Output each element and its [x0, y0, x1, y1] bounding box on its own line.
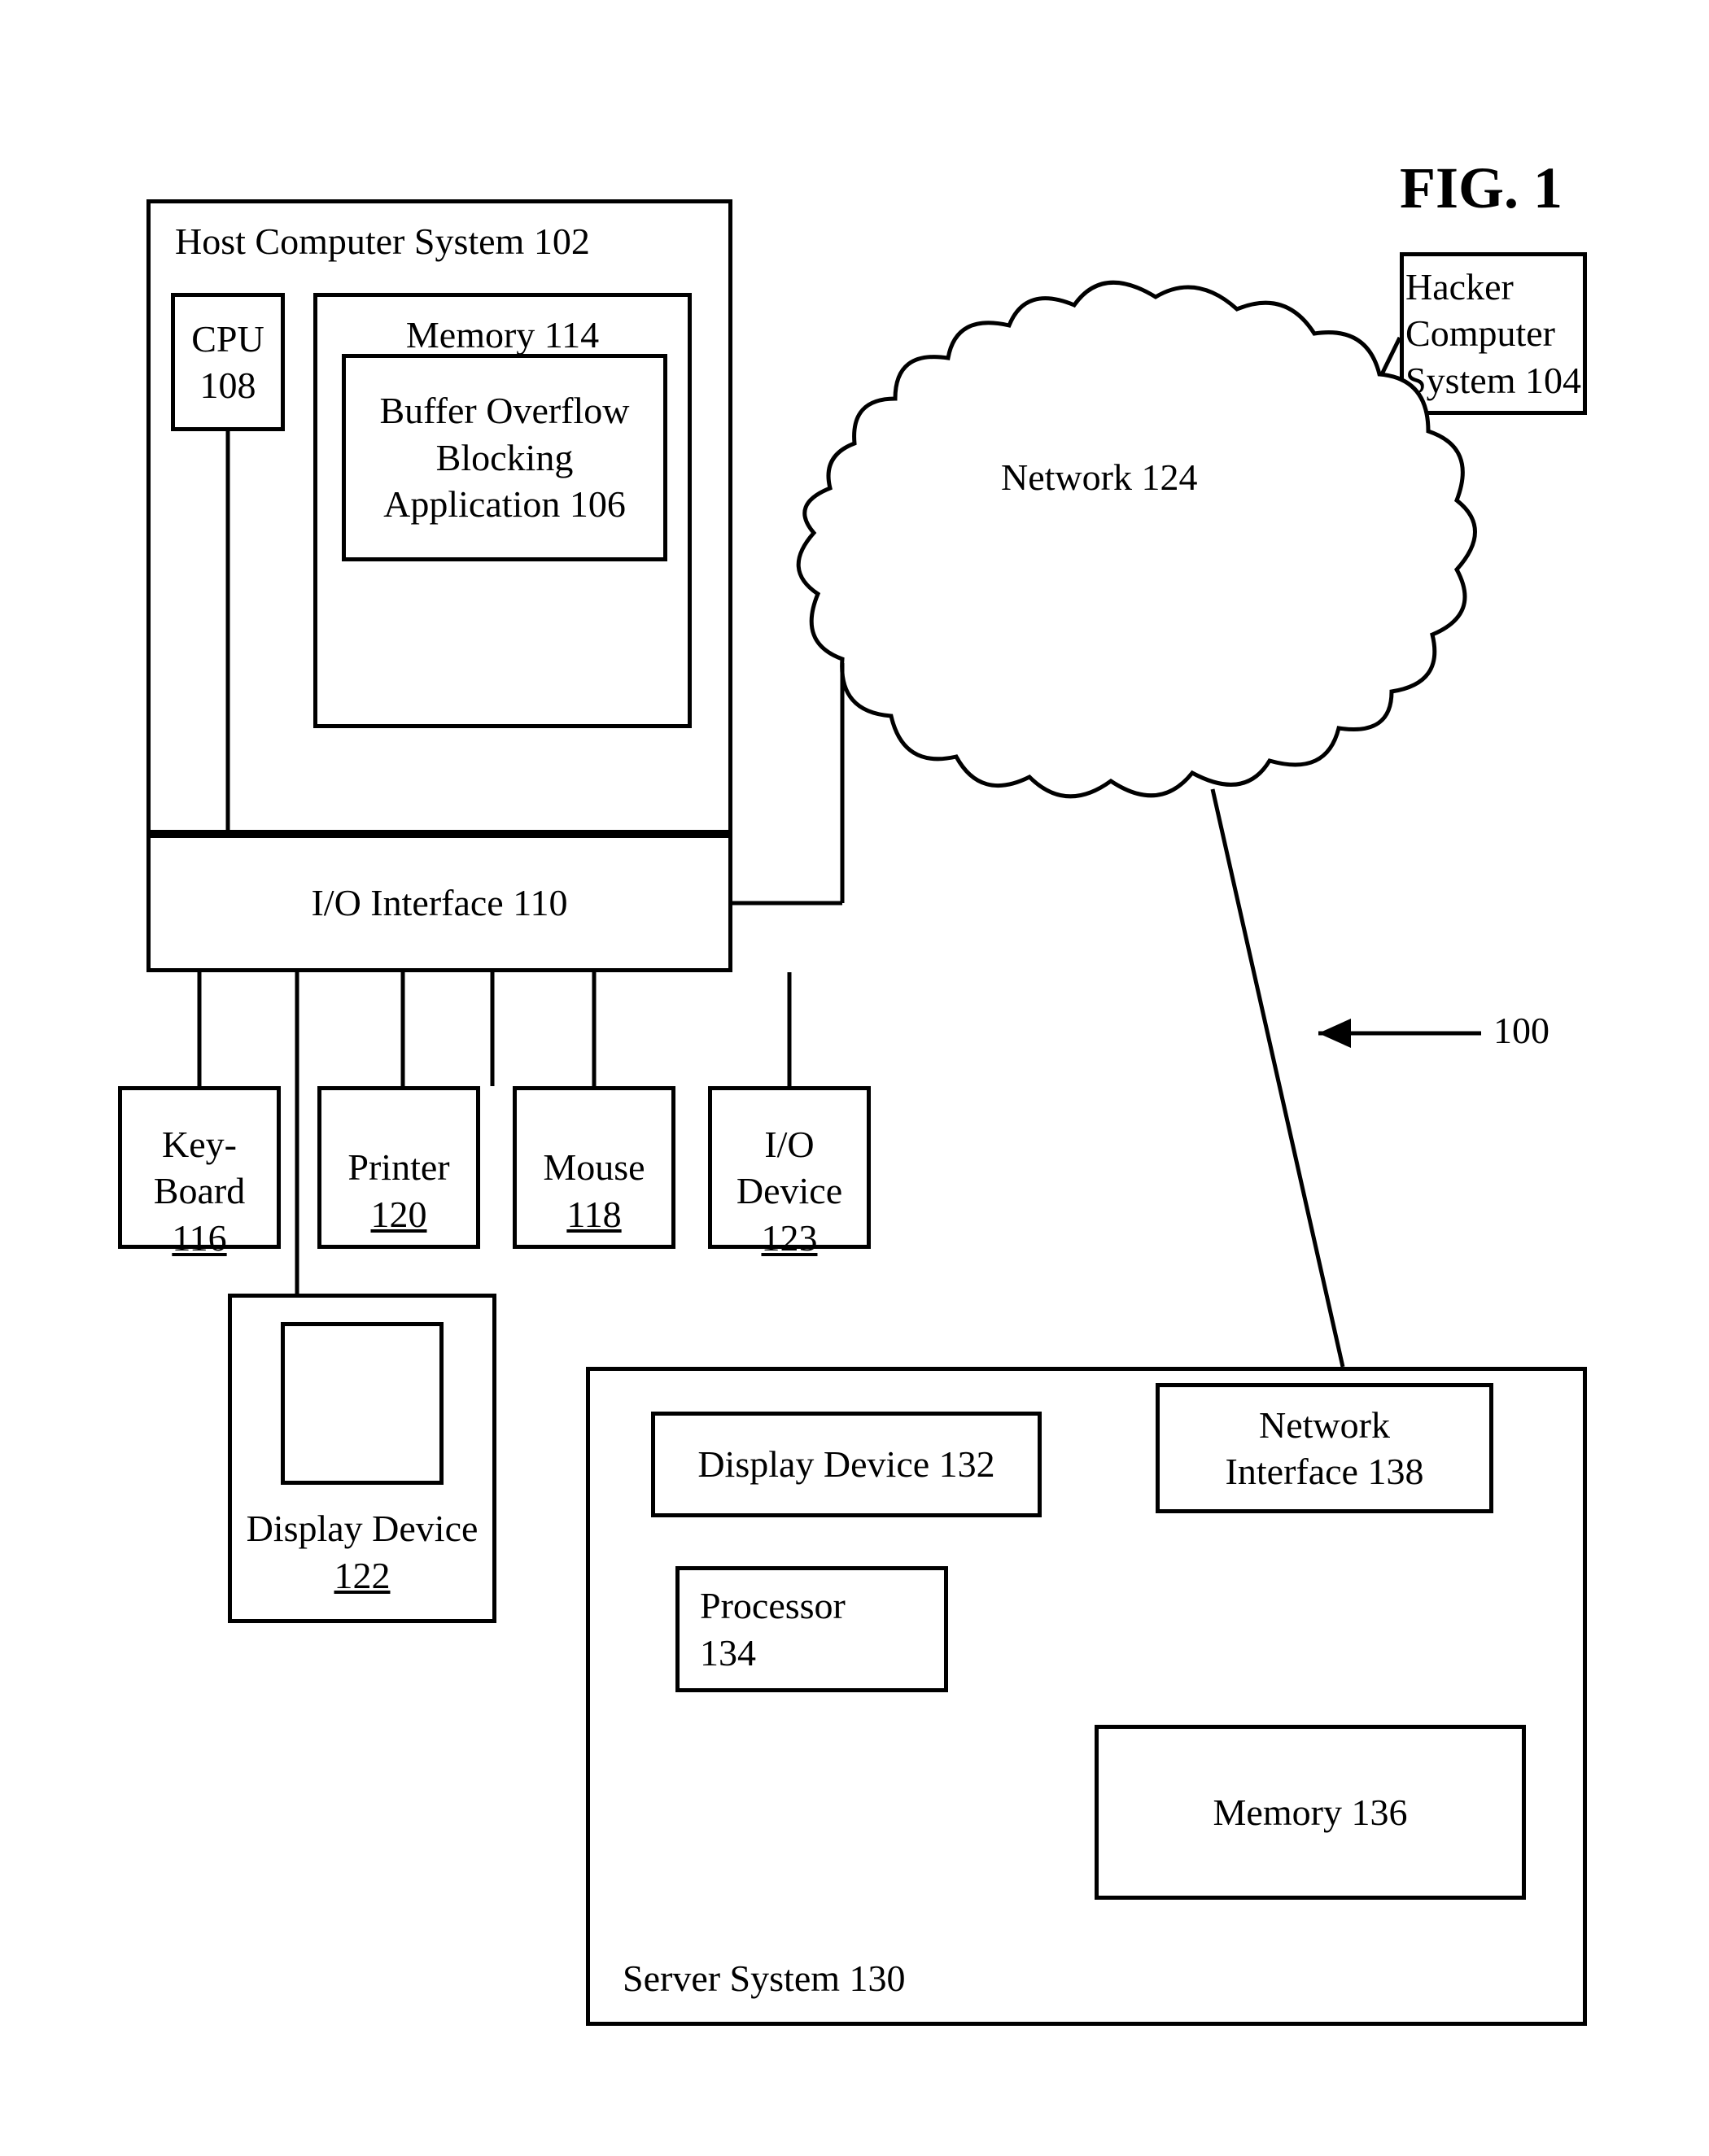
keyboard-label: Key-Board116 [154, 1074, 245, 1261]
io-device-box: I/ODevice123 [708, 1086, 871, 1249]
cpu-box: CPU 108 [171, 293, 285, 431]
server-processor-box: Processor 134 [675, 1566, 948, 1692]
server-processor-label: Processor 134 [700, 1582, 846, 1676]
hacker-computer-box: Hacker Computer System 104 [1400, 252, 1587, 415]
printer-box: Printer120 [317, 1086, 480, 1249]
server-net-interface-label: Network Interface 138 [1226, 1402, 1424, 1495]
server-display-label: Display Device 132 [697, 1441, 994, 1488]
diagram-ref-label: 100 [1493, 1009, 1549, 1052]
buffer-app-label: Buffer Overflow Blocking Application 106 [380, 387, 630, 528]
hacker-label: Hacker Computer System 104 [1405, 264, 1581, 404]
mouse-label: Mouse118 [543, 1098, 645, 1238]
server-net-interface-box: Network Interface 138 [1156, 1383, 1493, 1513]
mouse-box: Mouse118 [513, 1086, 675, 1249]
network-cloud-label: Network 124 [1001, 456, 1197, 499]
io-device-label: I/ODevice123 [736, 1074, 842, 1261]
buffer-app-box: Buffer Overflow Blocking Application 106 [342, 354, 667, 561]
server-title: Server System 130 [623, 1955, 906, 2002]
cpu-label: CPU 108 [191, 316, 264, 409]
keyboard-box: Key-Board116 [118, 1086, 281, 1249]
host-title: Host Computer System 102 [175, 218, 590, 265]
printer-label: Printer120 [347, 1098, 449, 1238]
display-screen-icon [281, 1322, 444, 1485]
io-interface-label: I/O Interface 110 [311, 879, 567, 927]
server-display-box: Display Device 132 [651, 1412, 1042, 1517]
figure-title: FIG. 1 [1400, 155, 1563, 222]
server-memory-label: Memory 136 [1213, 1789, 1408, 1836]
io-interface-box: I/O Interface 110 [146, 834, 732, 972]
server-memory-box: Memory 136 [1095, 1725, 1526, 1900]
memory-label: Memory 114 [406, 312, 599, 359]
